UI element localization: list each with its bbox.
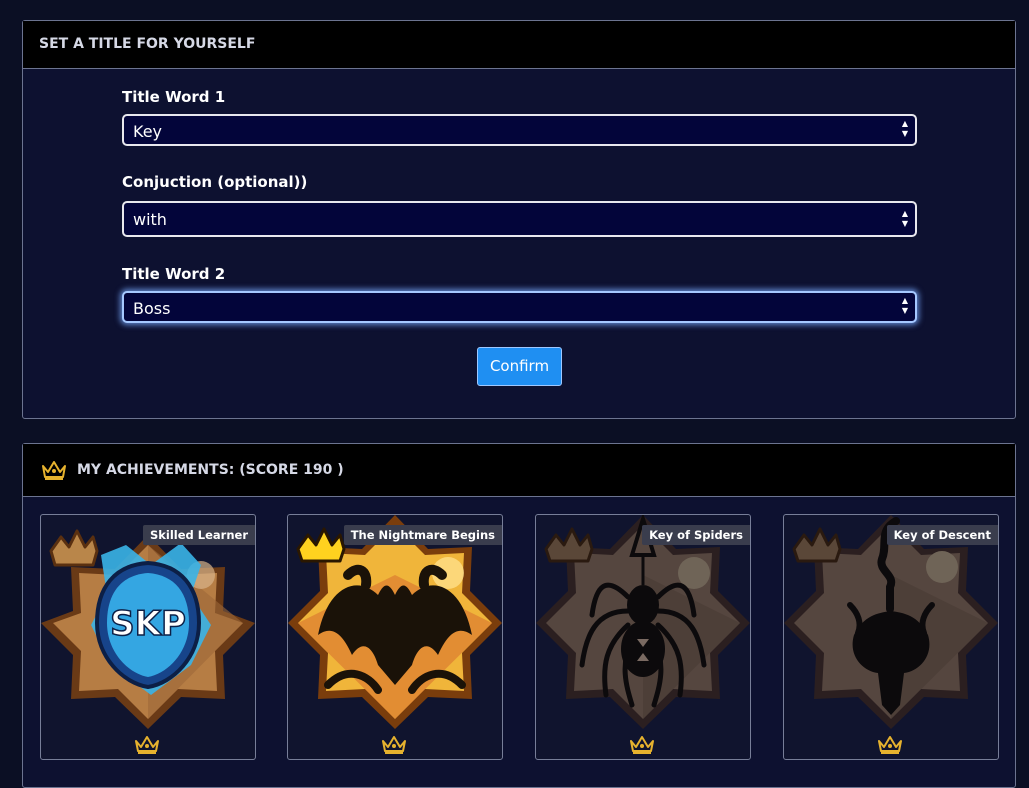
crown-icon [135,736,159,754]
achievement-card-key-of-descent[interactable]: Key of Descent [783,514,999,760]
select-arrows-icon: ▲ ▼ [901,209,909,228]
skp-emblem-text: SKP [110,604,186,644]
conjunction-select[interactable]: with ▲ ▼ [122,201,917,237]
achievements-header: MY ACHIEVEMENTS: (SCORE 190 ) [23,444,1015,497]
achievement-name: The Nightmare Begins [343,525,502,545]
achievement-card-nightmare-begins[interactable]: The Nightmare Begins [287,514,503,760]
title-word-2-select[interactable]: Boss ▲ ▼ [122,291,917,323]
title-panel: SET A TITLE FOR YOURSELF Title Word 1 Ke… [22,20,1016,419]
achievement-name: Key of Spiders [642,525,750,545]
achievements-panel: MY ACHIEVEMENTS: (SCORE 190 ) SKP Skille… [22,443,1016,788]
confirm-button[interactable]: Confirm [477,347,562,386]
descent-key-icon [784,515,998,729]
title-word-2-label: Title Word 2 [122,265,226,283]
nightmare-bat-icon [288,515,502,729]
title-word-2-value: Boss [133,299,171,318]
crown-icon [382,736,406,754]
select-arrows-icon: ▲ ▼ [901,296,909,315]
crown-icon [878,736,902,754]
conjunction-value: with [133,210,167,229]
crown-icon [42,461,66,480]
select-arrows-icon: ▲ ▼ [901,119,909,138]
title-panel-header: SET A TITLE FOR YOURSELF [23,21,1015,69]
achievement-name: Key of Descent [886,525,998,545]
crown-icon [630,736,654,754]
conjunction-label: Conjuction (optional)) [122,173,308,191]
achievements-heading: MY ACHIEVEMENTS: (SCORE 190 ) [77,462,344,478]
achievement-name: Skilled Learner [142,525,255,545]
spider-icon [536,515,750,729]
title-word-1-select[interactable]: Key ▲ ▼ [122,114,917,146]
title-word-1-label: Title Word 1 [122,88,226,106]
title-word-1-value: Key [133,122,163,141]
title-panel-heading: SET A TITLE FOR YOURSELF [39,36,256,52]
achievement-card-skilled-learner[interactable]: SKP Skilled Learner [40,514,256,760]
skp-shield-icon: SKP [41,529,255,729]
achievement-card-key-of-spiders[interactable]: Key of Spiders [535,514,751,760]
